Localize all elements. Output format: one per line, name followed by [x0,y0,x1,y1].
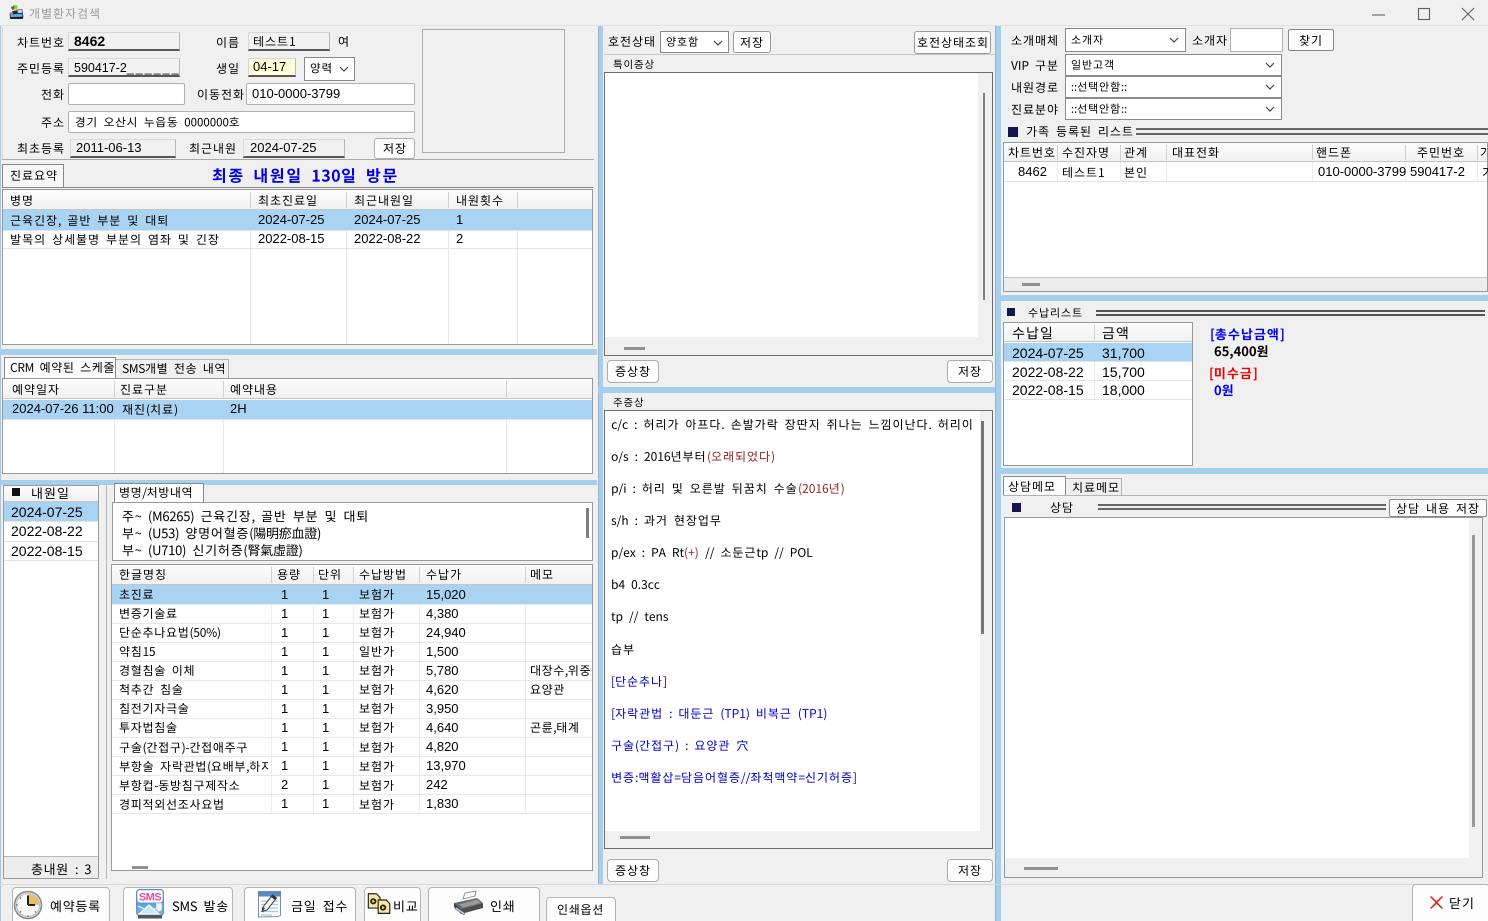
svg-text:SMS: SMS [139,892,162,904]
